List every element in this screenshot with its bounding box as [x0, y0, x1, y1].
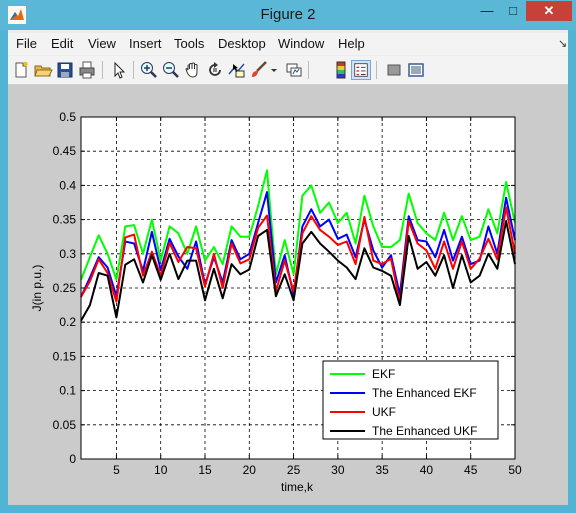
pointer-icon[interactable] — [109, 60, 129, 80]
y-tick-label: 0.05 — [53, 418, 77, 432]
y-tick-label: 0.25 — [53, 281, 77, 295]
y-tick-label: 0.2 — [59, 315, 76, 329]
menu-help[interactable]: Help — [338, 36, 365, 51]
y-axis-label: J(in p.u.) — [30, 265, 44, 312]
legend-entry: EKF — [372, 367, 395, 381]
menu-view[interactable]: View — [88, 36, 116, 51]
legend-entry: The Enhanced EKF — [372, 386, 477, 400]
y-tick-label: 0.3 — [59, 247, 76, 261]
brush-icon[interactable] — [249, 60, 269, 80]
x-tick-label: 40 — [420, 463, 434, 477]
x-tick-label: 30 — [331, 463, 345, 477]
y-tick-label: 0.1 — [59, 384, 76, 398]
y-tick-label: 0.45 — [53, 144, 77, 158]
rotate-3d-icon[interactable] — [205, 60, 225, 80]
menu-insert[interactable]: Insert — [129, 36, 162, 51]
pan-hand-icon[interactable] — [183, 60, 203, 80]
figure-toolbar — [8, 56, 568, 85]
x-tick-label: 15 — [198, 463, 212, 477]
zoom-out-icon[interactable] — [161, 60, 181, 80]
figure-canvas: 5 10 15 20 25 30 35 40 45 50 0 0.05 0.1 0.15 0.2 0.25 0.… — [8, 85, 568, 505]
toolbar-separator — [376, 61, 377, 79]
legend-icon[interactable] — [351, 60, 371, 80]
x-tick-label: 25 — [287, 463, 301, 477]
save-icon[interactable] — [55, 60, 75, 80]
y-tick-label: 0.4 — [59, 178, 76, 192]
hide-plot-tools-icon[interactable] — [384, 60, 404, 80]
maximize-button[interactable]: □ — [500, 1, 526, 21]
zoom-in-icon[interactable] — [139, 60, 159, 80]
menu-file[interactable]: File — [16, 36, 37, 51]
menu-tools[interactable]: Tools — [174, 36, 204, 51]
title-bar[interactable]: Figure 2 — □ ✕ — [0, 0, 576, 30]
x-tick-label: 10 — [154, 463, 168, 477]
menu-desktop[interactable]: Desktop — [218, 36, 266, 51]
dock-figure-icon[interactable]: ↘ — [558, 37, 567, 50]
close-button[interactable]: ✕ — [526, 1, 572, 21]
legend-entry: The Enhanced UKF — [372, 424, 477, 438]
brush-dropdown-icon[interactable] — [269, 60, 279, 80]
x-tick-label: 45 — [464, 463, 478, 477]
figure-window: Figure 2 — □ ✕ File Edit View Insert Too… — [0, 0, 576, 513]
link-plot-icon[interactable] — [284, 60, 304, 80]
toolbar-separator — [102, 61, 103, 79]
x-tick-label: 5 — [113, 463, 120, 477]
toolbar-separator — [308, 61, 309, 79]
menu-window[interactable]: Window — [278, 36, 324, 51]
data-cursor-icon[interactable] — [227, 60, 247, 80]
x-tick-label: 20 — [243, 463, 257, 477]
open-file-icon[interactable] — [33, 60, 53, 80]
menu-edit[interactable]: Edit — [51, 36, 73, 51]
minimize-button[interactable]: — — [474, 1, 500, 21]
x-tick-label: 50 — [508, 463, 522, 477]
y-tick-label: 0.5 — [59, 110, 76, 124]
toolbar-separator — [133, 61, 134, 79]
line-chart[interactable]: 5 10 15 20 25 30 35 40 45 50 0 0.05 0.1 0.15 0.2 0.25 0.… — [8, 85, 568, 505]
x-tick-label: 35 — [375, 463, 389, 477]
new-figure-icon[interactable] — [11, 60, 31, 80]
y-tick-label: 0.15 — [53, 349, 77, 363]
x-axis-label: time,k — [281, 480, 314, 494]
colorbar-icon[interactable] — [331, 60, 351, 80]
legend-entry: UKF — [372, 405, 396, 419]
show-plot-tools-icon[interactable] — [406, 60, 426, 80]
menu-bar: File Edit View Insert Tools Desktop Wind… — [8, 33, 568, 55]
legend[interactable]: EKF The Enhanced EKF UKF The Enhanced UKF — [322, 360, 499, 440]
y-tick-label: 0 — [69, 452, 76, 466]
y-tick-label: 0.35 — [53, 213, 77, 227]
print-icon[interactable] — [77, 60, 97, 80]
